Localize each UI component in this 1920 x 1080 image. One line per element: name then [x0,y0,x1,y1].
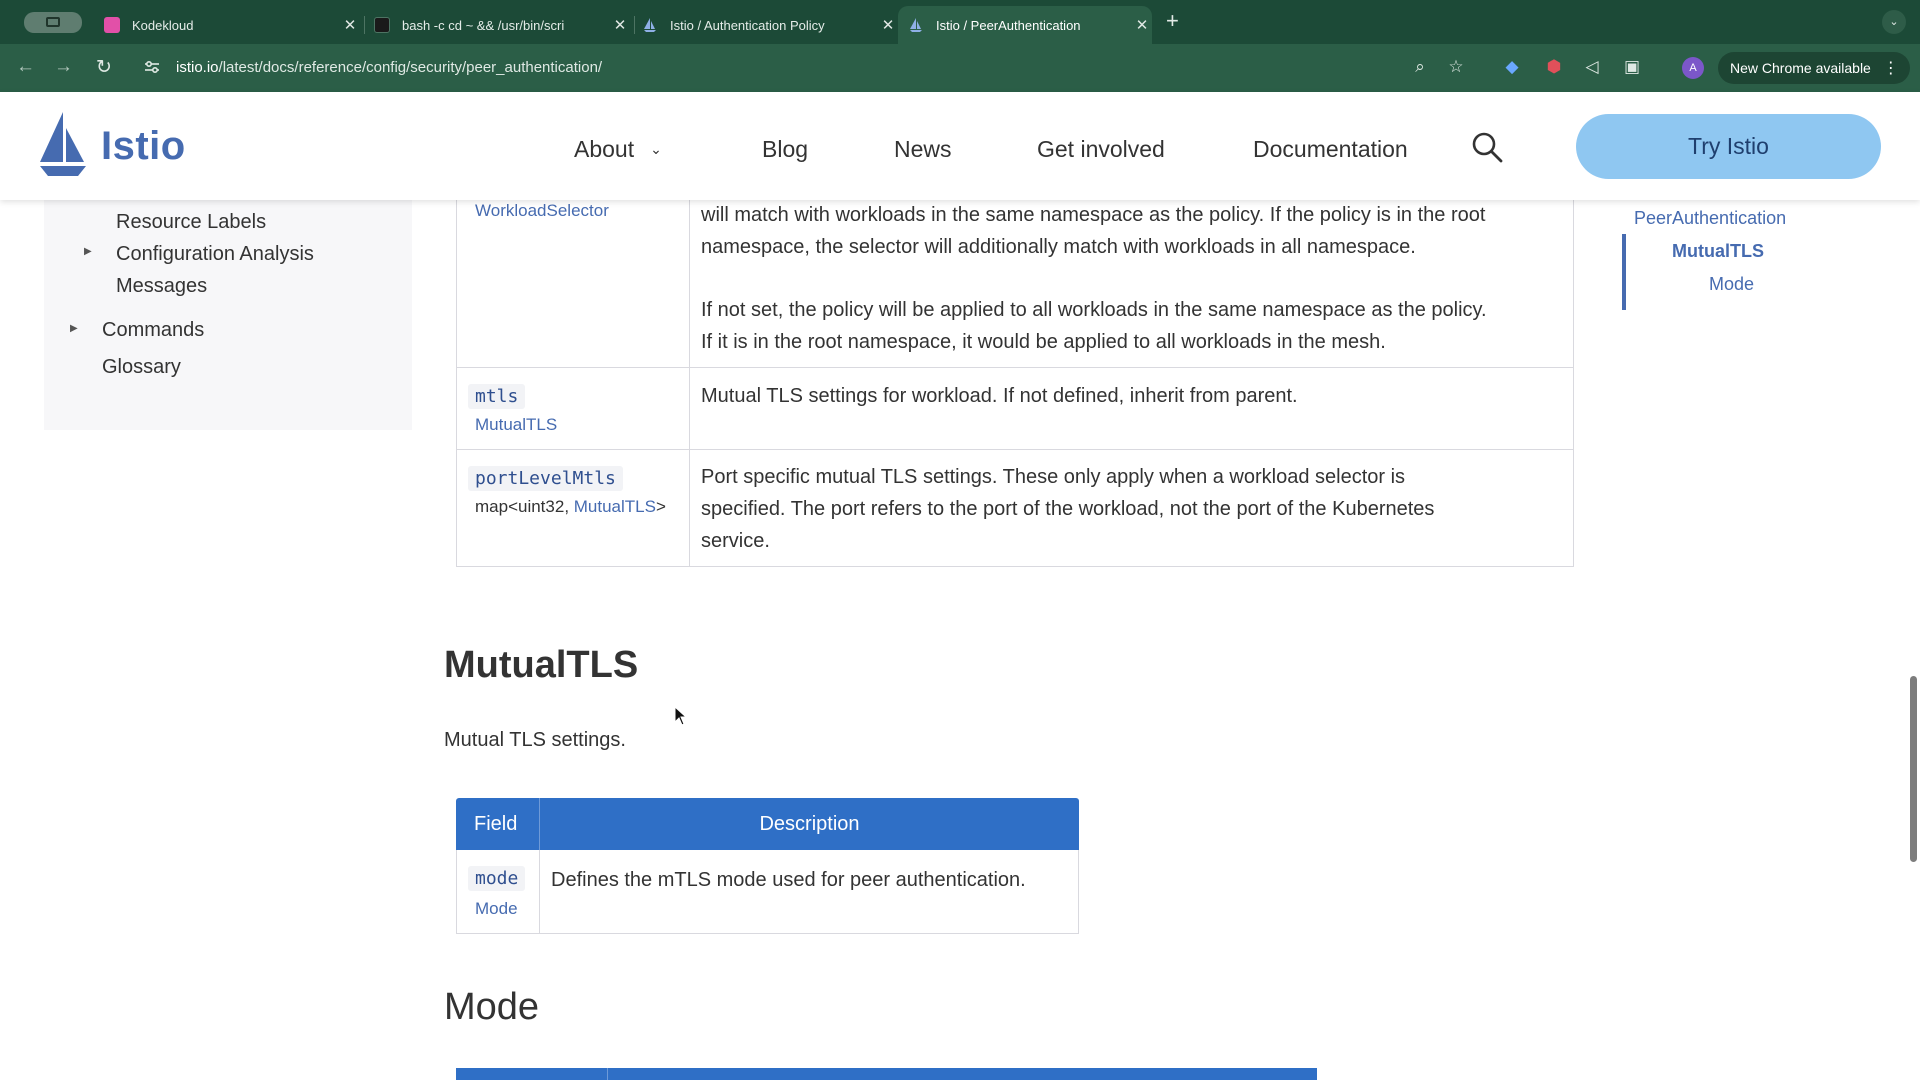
page-scrollbar-thumb[interactable] [1910,676,1917,862]
table-row-divider [456,367,1574,368]
browser-tab-bar: Kodekloud ✕ bash -c cd ~ && /usr/bin/scr… [0,0,1920,44]
sidebar-item-configuration-analysis[interactable]: Configuration Analysis [116,238,314,270]
nav-get-involved[interactable]: Get involved [1037,136,1165,163]
istio-favicon-icon [910,18,922,32]
expand-arrow-icon[interactable]: ▶ [70,323,78,334]
section-heading-mutualtls: MutualTLS [444,644,639,686]
tab-title: Istio / PeerAuthentication [936,17,1081,33]
mouse-cursor-icon [674,706,688,726]
type-suffix: > [655,497,666,516]
table-header-row: Field Description [456,798,1079,850]
table-column-divider [689,180,690,567]
table-cell-description: Port specific mutual TLS settings. These… [701,466,1406,488]
istio-favicon-icon [644,18,656,32]
table-cell-description: service. [701,530,770,552]
profile-avatar[interactable]: A [1682,57,1704,79]
ublock-extension-icon[interactable]: ⬢ [1544,57,1564,77]
table-header-description: Description [759,813,860,835]
tab-kodekloud[interactable]: Kodekloud ✕ [104,6,360,44]
menu-icon: ⋮ [1882,60,1899,77]
type-link-mutualtls[interactable]: MutualTLS [574,497,656,516]
table-header-field: Field [474,813,518,835]
close-tab-icon[interactable]: ✕ [1132,16,1152,34]
table-column-divider [607,1068,608,1080]
star-icon[interactable]: ☆ [1446,57,1466,77]
close-tab-icon[interactable]: ✕ [340,16,360,34]
reload-icon[interactable]: ↻ [96,56,112,79]
toc-item-mutualtls[interactable]: MutualTLS [1672,241,1764,262]
table-column-divider [539,850,540,934]
tab-separator [364,16,365,34]
nav-documentation[interactable]: Documentation [1253,136,1408,163]
window-switcher-button[interactable] [24,12,82,33]
field-name-mtls: mtls [468,384,526,409]
url-text: istio.io/latest/docs/reference/config/se… [176,59,602,76]
table-cell-description: will match with workloads in the same na… [701,204,1486,226]
nav-about[interactable]: About ⌄ [574,136,662,163]
update-chrome-button[interactable]: New Chrome available ⋮ [1718,52,1910,84]
tab-title: bash -c cd ~ && /usr/bin/scri [402,17,565,33]
type-link-workload-selector[interactable]: WorkloadSelector [475,201,609,221]
table-cell-description: Defines the mTLS mode used for peer auth… [551,869,1026,891]
tab-title: Kodekloud [132,17,194,33]
table-cell-description: If it is in the root namespace, it would… [701,331,1386,353]
field-type-map: map<uint32, MutualTLS> [475,497,666,517]
table-cell-description: If not set, the policy will be applied t… [701,299,1487,321]
tab-peer-authentication[interactable]: Istio / PeerAuthentication ✕ [898,6,1152,44]
nav-blog[interactable]: Blog [762,136,808,163]
type-prefix: map<uint32, [475,497,574,516]
tab-authentication-policy[interactable]: Istio / Authentication Policy ✕ [642,6,898,44]
back-icon[interactable]: ← [16,56,35,78]
close-tab-icon[interactable]: ✕ [878,16,898,34]
sidebar-item-configuration-analysis-cont[interactable]: Messages [116,270,207,302]
expand-arrow-icon[interactable]: ▶ [84,246,92,257]
istio-logo-icon[interactable] [38,110,88,180]
table-cell-description: namespace, the selector will additionall… [701,236,1416,258]
nav-about-label: About [574,136,635,162]
table-cell-description: specified. The port refers to the port o… [701,498,1435,520]
nav-news[interactable]: News [894,136,952,163]
forward-icon[interactable]: → [54,56,73,78]
new-tab-button[interactable]: + [1166,10,1179,32]
window-icon [46,17,60,27]
type-link-mutualtls[interactable]: MutualTLS [475,415,557,435]
toc-item-peer-authentication[interactable]: PeerAuthentication [1634,208,1786,229]
tab-separator [634,16,635,34]
browser-toolbar: ← → ↻ istio.io/latest/docs/reference/con… [0,44,1920,92]
kodekloud-favicon-icon [104,17,120,33]
try-istio-button[interactable]: Try Istio [1576,114,1881,179]
table-row-divider [456,449,1574,450]
sidebar-item-resource-labels[interactable]: Resource Labels [116,206,266,238]
tab-title: Istio / Authentication Policy [670,17,825,33]
mode-table-header-row [456,1068,1317,1080]
url-path: /latest/docs/reference/config/security/p… [218,59,603,76]
address-bar[interactable]: istio.io/latest/docs/reference/config/se… [140,52,1430,84]
puzzle-icon[interactable]: ▣ [1622,57,1642,77]
zoom-icon[interactable]: ⌕ [1410,57,1430,77]
site-header: Istio About ⌄ Blog News Get involved Docu… [0,92,1920,200]
table-cell-description: Mutual TLS settings for workload. If not… [701,385,1298,407]
docs-sidebar: Resource Labels ▶ Configuration Analysis… [44,200,412,430]
section-description: Mutual TLS settings. [444,729,626,751]
extension-icon[interactable]: ◆ [1502,57,1522,77]
sidebar-item-commands[interactable]: Commands [102,314,204,346]
close-tab-icon[interactable]: ✕ [610,16,630,34]
section-heading-mode: Mode [444,986,540,1028]
site-settings-icon[interactable] [144,59,160,75]
sidebar-item-glossary[interactable]: Glossary [102,351,181,383]
mute-icon[interactable]: ◁ [1582,57,1602,77]
tab-search-icon[interactable]: ⌄ [1882,10,1906,34]
toc-active-indicator [1622,234,1626,310]
site-logo-text[interactable]: Istio [101,124,186,169]
toc-item-mode[interactable]: Mode [1709,274,1754,295]
type-link-mode[interactable]: Mode [475,899,518,919]
search-icon[interactable] [1470,130,1504,164]
update-label: New Chrome available [1730,60,1871,76]
field-name-port-level-mtls: portLevelMtls [468,466,623,491]
tab-terminal[interactable]: bash -c cd ~ && /usr/bin/scri ✕ [374,6,630,44]
field-name-mode: mode [468,866,526,891]
chevron-down-icon: ⌄ [650,141,662,157]
url-host: istio.io [176,59,219,76]
terminal-favicon-icon [374,17,390,33]
